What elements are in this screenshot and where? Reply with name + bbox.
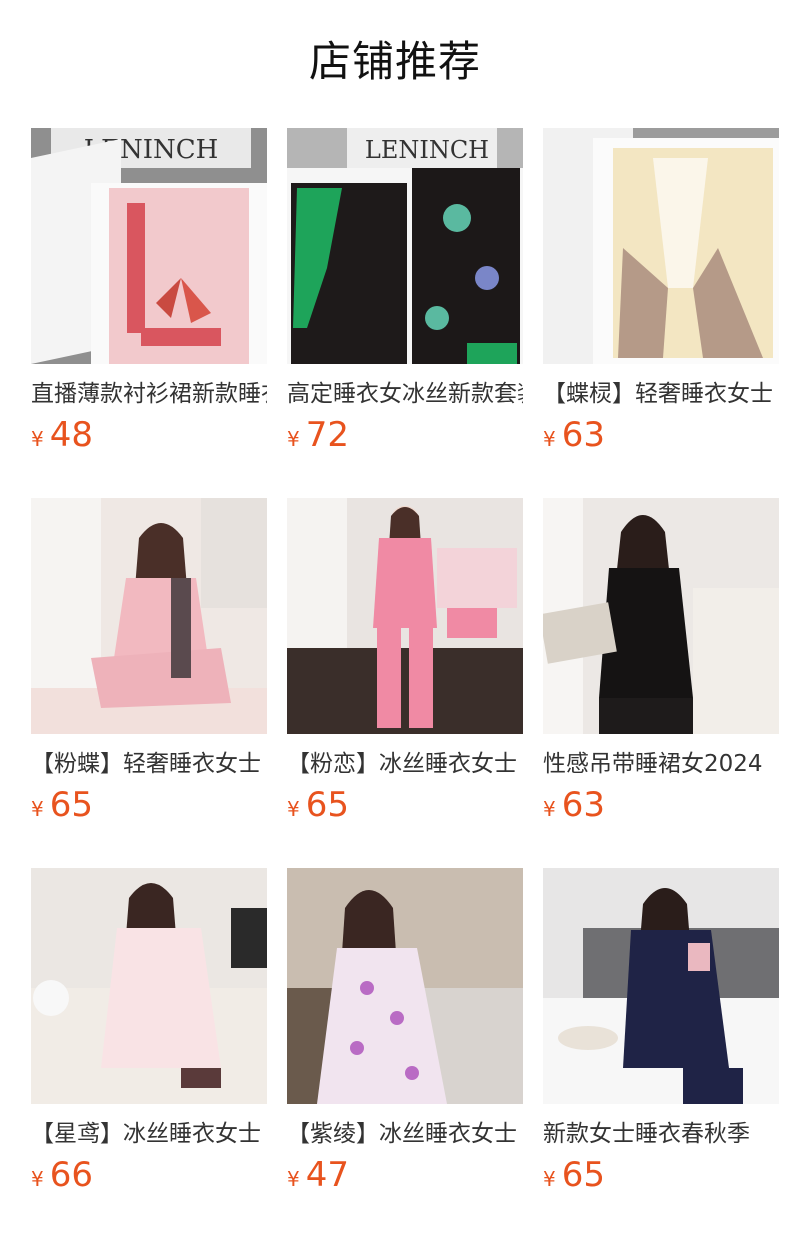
price-value: 48: [49, 415, 93, 455]
product-name[interactable]: 直播薄款衬衫裙新款睡衣: [31, 379, 267, 409]
product-price: ¥66: [31, 1155, 267, 1195]
product-image[interactable]: [287, 498, 523, 734]
section-title: 店铺推荐: [308, 37, 481, 86]
currency-symbol: ¥: [287, 1167, 300, 1191]
currency-symbol: ¥: [31, 427, 44, 451]
product-price: ¥47: [287, 1155, 523, 1195]
product-image[interactable]: [31, 868, 267, 1104]
product-image[interactable]: LENINCH: [287, 128, 523, 364]
currency-symbol: ¥: [31, 1167, 44, 1191]
product-image[interactable]: [543, 128, 779, 364]
product-name[interactable]: 高定睡衣女冰丝新款套装: [287, 379, 523, 409]
product-card[interactable]: 【蝶棂】轻奢睡衣女士 ¥63: [543, 128, 779, 455]
price-value: 47: [305, 1155, 349, 1195]
product-price: ¥72: [287, 415, 523, 455]
product-card[interactable]: 新款女士睡衣春秋季 ¥65: [543, 868, 779, 1195]
product-name[interactable]: 【紫绫】冰丝睡衣女士: [287, 1119, 523, 1149]
price-value: 66: [49, 1155, 93, 1195]
product-price: ¥63: [543, 785, 779, 825]
svg-text:LENINCH: LENINCH: [365, 136, 489, 164]
price-value: 65: [49, 785, 93, 825]
product-name[interactable]: 【粉恋】冰丝睡衣女士: [287, 749, 523, 779]
price-value: 65: [305, 785, 349, 825]
product-card[interactable]: 【粉蝶】轻奢睡衣女士 ¥65: [31, 498, 267, 825]
product-card[interactable]: 【星鸢】冰丝睡衣女士 ¥66: [31, 868, 267, 1195]
product-price: ¥63: [543, 415, 779, 455]
price-value: 63: [561, 415, 605, 455]
price-value: 72: [305, 415, 349, 455]
product-card[interactable]: 性感吊带睡裙女2024 ¥63: [543, 498, 779, 825]
product-image[interactable]: LENINCH: [31, 128, 267, 364]
product-name[interactable]: 新款女士睡衣春秋季: [543, 1119, 779, 1149]
product-image[interactable]: [287, 868, 523, 1104]
product-image[interactable]: [543, 868, 779, 1104]
price-value: 65: [561, 1155, 605, 1195]
product-name[interactable]: 【星鸢】冰丝睡衣女士: [31, 1119, 267, 1149]
product-price: ¥65: [543, 1155, 779, 1195]
currency-symbol: ¥: [543, 797, 556, 821]
product-image[interactable]: [543, 498, 779, 734]
price-value: 63: [561, 785, 605, 825]
product-price: ¥48: [31, 415, 267, 455]
currency-symbol: ¥: [287, 427, 300, 451]
currency-symbol: ¥: [543, 427, 556, 451]
currency-symbol: ¥: [31, 797, 44, 821]
product-image[interactable]: [31, 498, 267, 734]
product-card[interactable]: 【粉恋】冰丝睡衣女士 ¥65: [287, 498, 523, 825]
product-name[interactable]: 【蝶棂】轻奢睡衣女士: [543, 379, 779, 409]
product-card[interactable]: LENINCH 直播薄款衬衫裙新款睡衣 ¥48: [31, 128, 267, 455]
product-card[interactable]: 【紫绫】冰丝睡衣女士 ¥47: [287, 868, 523, 1195]
product-name[interactable]: 性感吊带睡裙女2024: [543, 749, 779, 779]
product-price: ¥65: [287, 785, 523, 825]
currency-symbol: ¥: [287, 797, 300, 821]
currency-symbol: ¥: [543, 1167, 556, 1191]
product-card[interactable]: LENINCH 高定睡衣女冰丝新款套装 ¥72: [287, 128, 523, 455]
product-price: ¥65: [31, 785, 267, 825]
product-name[interactable]: 【粉蝶】轻奢睡衣女士: [31, 749, 267, 779]
